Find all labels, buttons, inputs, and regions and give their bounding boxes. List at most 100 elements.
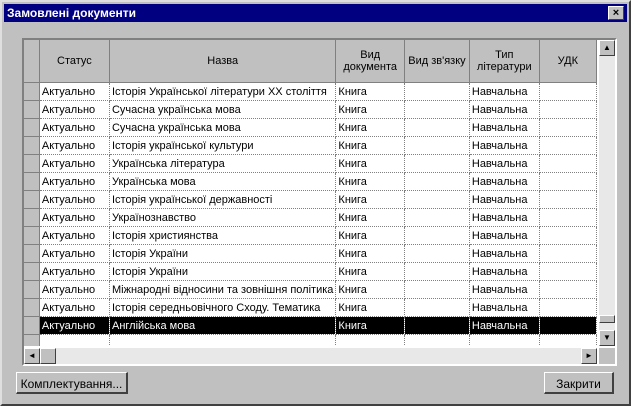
row-indicator[interactable]	[24, 262, 40, 281]
table-cell[interactable]	[404, 136, 470, 155]
table-cell[interactable]: Книга	[335, 118, 406, 137]
table-cell[interactable]: Книга	[335, 100, 406, 119]
table-cell[interactable]: Історія християнства	[109, 226, 337, 245]
row-indicator[interactable]	[24, 118, 40, 137]
complete-button[interactable]: Комплектування...	[16, 372, 128, 394]
table-cell[interactable]	[404, 262, 470, 281]
table-cell[interactable]	[404, 316, 470, 335]
column-header[interactable]: Назва	[109, 40, 337, 83]
row-indicator[interactable]	[24, 172, 40, 191]
column-header[interactable]: Вид зв'язку	[404, 40, 470, 83]
table-cell[interactable]: Актуально	[39, 280, 110, 299]
table-row[interactable]: Актуально Сучасна українська мова Книга Нав…	[24, 100, 597, 119]
table-cell[interactable]: Історія України	[109, 262, 337, 281]
table-cell[interactable]: Актуально	[39, 244, 110, 263]
table-cell[interactable]	[335, 334, 406, 346]
table-cell[interactable]	[539, 118, 597, 137]
table-cell[interactable]: Книга	[335, 244, 406, 263]
table-cell[interactable]: Навчальна	[469, 262, 540, 281]
table-cell[interactable]: Книга	[335, 154, 406, 173]
table-row[interactable]: Актуально Історія української культури Кни…	[24, 136, 597, 155]
table-cell[interactable]: Книга	[335, 136, 406, 155]
table-cell[interactable]: Історія української державності	[109, 190, 337, 209]
table-row[interactable]: Актуально Історія України Книга Навчальна	[24, 244, 597, 263]
table-cell[interactable]	[404, 172, 470, 191]
table-cell[interactable]	[539, 316, 597, 335]
table-cell[interactable]: Актуально	[39, 298, 110, 317]
row-indicator[interactable]	[24, 244, 40, 263]
table-cell[interactable]: Навчальна	[469, 316, 540, 335]
table-cell[interactable]: Книга	[335, 190, 406, 209]
table-cell[interactable]	[539, 244, 597, 263]
table-cell[interactable]: Українська література	[109, 154, 337, 173]
table-cell[interactable]: Історія Української літератури XX століт…	[109, 82, 337, 101]
table-row[interactable]: Актуально Історія України Книга Навчальна	[24, 262, 597, 281]
table-row[interactable]: Актуально Українська мова Книга Навчальна	[24, 172, 597, 191]
table-cell[interactable]	[539, 82, 597, 101]
table-row[interactable]: Актуально Історія середньовічного Сходу. …	[24, 298, 597, 317]
row-indicator[interactable]	[24, 226, 40, 245]
scroll-down-button[interactable]: ▼	[599, 330, 615, 346]
row-indicator[interactable]	[24, 208, 40, 227]
table-row[interactable]: Актуально Історія християнства Книга Навчал…	[24, 226, 597, 245]
table-cell[interactable]: Книга	[335, 298, 406, 317]
table-row[interactable]: Актуально Історія Української літератури …	[24, 82, 597, 101]
table-cell[interactable]: Актуально	[39, 262, 110, 281]
table-cell[interactable]	[109, 334, 337, 346]
table-cell[interactable]: Книга	[335, 172, 406, 191]
table-cell[interactable]: Навчальна	[469, 172, 540, 191]
table-cell[interactable]	[404, 154, 470, 173]
table-cell[interactable]: Навчальна	[469, 208, 540, 227]
table-cell[interactable]: Актуально	[39, 208, 110, 227]
table-cell[interactable]	[404, 280, 470, 299]
table-cell[interactable]: Актуально	[39, 136, 110, 155]
table-cell[interactable]: Навчальна	[469, 280, 540, 299]
column-header[interactable]: Тип літератури	[469, 40, 540, 83]
table-cell[interactable]: Книга	[335, 226, 406, 245]
row-indicator[interactable]	[24, 136, 40, 155]
table-cell[interactable]	[404, 118, 470, 137]
table-cell[interactable]: Історія української культури	[109, 136, 337, 155]
table-cell[interactable]	[539, 136, 597, 155]
column-header[interactable]: Вид документа	[335, 40, 406, 83]
close-button[interactable]: Закрити	[544, 372, 614, 394]
table-cell[interactable]: Навчальна	[469, 82, 540, 101]
row-indicator[interactable]	[24, 280, 40, 299]
table-cell[interactable]: Сучасна українська мова	[109, 118, 337, 137]
table-cell[interactable]	[539, 226, 597, 245]
table-cell[interactable]: Історія середньовічного Сходу. Тематика	[109, 298, 337, 317]
horizontal-scrollbar[interactable]: ◄ ►	[24, 348, 597, 364]
table-row[interactable]	[24, 334, 597, 346]
table-cell[interactable]	[404, 244, 470, 263]
row-indicator[interactable]	[24, 334, 40, 346]
table-cell[interactable]: Навчальна	[469, 154, 540, 173]
table-cell[interactable]	[469, 334, 540, 346]
table-cell[interactable]: Навчальна	[469, 190, 540, 209]
table-cell[interactable]	[539, 208, 597, 227]
table-cell[interactable]	[539, 334, 597, 346]
column-header[interactable]: Статус	[39, 40, 110, 83]
table-cell[interactable]	[539, 154, 597, 173]
vertical-scroll-thumb[interactable]	[599, 315, 615, 323]
table-cell[interactable]: Актуально	[39, 100, 110, 119]
table-cell[interactable]	[404, 226, 470, 245]
table-cell[interactable]	[39, 334, 110, 346]
table-cell[interactable]	[539, 100, 597, 119]
table-cell[interactable]: Українознавство	[109, 208, 337, 227]
table-cell[interactable]: Книга	[335, 280, 406, 299]
table-cell[interactable]	[539, 190, 597, 209]
table-cell[interactable]: Книга	[335, 316, 406, 335]
row-indicator[interactable]	[24, 298, 40, 317]
table-cell[interactable]: Навчальна	[469, 226, 540, 245]
row-indicator[interactable]	[24, 100, 40, 119]
scroll-up-button[interactable]: ▲	[599, 40, 615, 56]
table-row[interactable]: Актуально Сучасна українська мова Книга Нав…	[24, 118, 597, 137]
scroll-right-button[interactable]: ►	[581, 348, 597, 364]
table-cell[interactable]: Книга	[335, 82, 406, 101]
table-row[interactable]: Актуально Міжнародні відносини та зовнішн…	[24, 280, 597, 299]
table-cell[interactable]: Актуально	[39, 82, 110, 101]
row-indicator[interactable]	[24, 154, 40, 173]
table-row[interactable]: Актуально Англійська мова Книга Навчальна	[24, 316, 597, 335]
table-cell[interactable]	[539, 172, 597, 191]
table-cell[interactable]: Сучасна українська мова	[109, 100, 337, 119]
